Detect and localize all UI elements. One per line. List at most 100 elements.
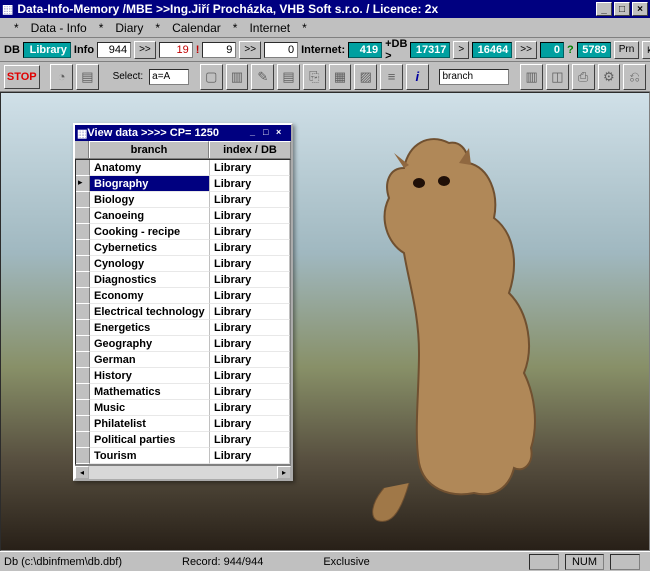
stop-button[interactable]: STOP — [4, 65, 40, 89]
row-selector[interactable] — [76, 240, 90, 256]
scroll-right-icon[interactable]: ▸ — [277, 466, 291, 479]
row-selector[interactable] — [76, 256, 90, 272]
child-minimize[interactable]: _ — [250, 127, 263, 139]
prn-button[interactable]: Prn — [614, 41, 640, 59]
row-selector[interactable] — [76, 176, 90, 192]
grid-header-selector[interactable] — [75, 141, 89, 158]
tool-icon-13[interactable]: ⎌ — [623, 64, 646, 90]
tool-icon-6[interactable]: ▦ — [329, 64, 352, 90]
scroll-track[interactable] — [89, 466, 277, 479]
cell-branch[interactable]: Anatomy — [90, 160, 210, 176]
cell-index[interactable]: Library — [210, 304, 290, 320]
cell-index[interactable]: Library — [210, 400, 290, 416]
table-row[interactable]: MathematicsLibrary — [76, 384, 290, 400]
cell-index[interactable]: Library — [210, 320, 290, 336]
tool-icon-12[interactable]: ⚙ — [598, 64, 621, 90]
table-row[interactable]: TourismLibrary — [76, 448, 290, 464]
table-row[interactable]: PhilatelistLibrary — [76, 416, 290, 432]
cell-branch[interactable]: Geography — [90, 336, 210, 352]
cell-branch[interactable]: Music — [90, 400, 210, 416]
table-row[interactable]: Cooking - recipeLibrary — [76, 224, 290, 240]
tool-icon-7[interactable]: ▨ — [354, 64, 377, 90]
cell-index[interactable]: Library — [210, 368, 290, 384]
tool-icon-5[interactable]: ⎘ — [303, 64, 326, 90]
tool-icon-2[interactable]: ▥ — [226, 64, 249, 90]
cell-index[interactable]: Library — [210, 208, 290, 224]
select-field[interactable]: a=A — [149, 69, 189, 85]
nav-next-3[interactable]: >> — [515, 41, 537, 59]
komplet-button[interactable]: komplet — [642, 41, 650, 59]
cell-index[interactable]: Library — [210, 416, 290, 432]
row-selector[interactable] — [76, 368, 90, 384]
tool-icon-4[interactable]: ▤ — [277, 64, 300, 90]
cell-index[interactable]: Library — [210, 336, 290, 352]
info-icon[interactable]: i — [406, 64, 429, 90]
row-selector[interactable] — [76, 336, 90, 352]
child-close[interactable]: × — [276, 127, 289, 139]
cell-index[interactable]: Library — [210, 384, 290, 400]
tool-icon-10[interactable]: ◫ — [546, 64, 569, 90]
cell-branch[interactable]: Political parties — [90, 432, 210, 448]
cell-index[interactable]: Library — [210, 432, 290, 448]
bang-a[interactable]: 9 — [202, 42, 236, 58]
table-row[interactable]: AnatomyLibrary — [76, 160, 290, 176]
cell-branch[interactable]: Canoeing — [90, 208, 210, 224]
menu-data-info[interactable]: Data - Info — [27, 19, 91, 37]
pie-icon[interactable]: ◔ — [50, 64, 73, 90]
child-maximize[interactable]: □ — [263, 127, 276, 139]
cell-branch[interactable]: Tourism — [90, 448, 210, 464]
grid-header-branch[interactable]: branch — [89, 141, 209, 158]
cell-branch[interactable]: German — [90, 352, 210, 368]
table-row[interactable]: CyberneticsLibrary — [76, 240, 290, 256]
table-row[interactable]: EconomyLibrary — [76, 288, 290, 304]
table-row[interactable]: EnergeticsLibrary — [76, 320, 290, 336]
cell-index[interactable]: Library — [210, 160, 290, 176]
cell-index[interactable]: Library — [210, 192, 290, 208]
row-selector[interactable] — [76, 416, 90, 432]
internet-a[interactable]: 419 — [348, 42, 382, 58]
table-row[interactable]: BiographyLibrary — [76, 176, 290, 192]
menu-diary[interactable]: Diary — [111, 19, 147, 37]
row-selector[interactable] — [76, 432, 90, 448]
row-selector[interactable] — [76, 272, 90, 288]
menu-internet[interactable]: Internet — [245, 19, 294, 37]
nav-next-1[interactable]: >> — [134, 41, 156, 59]
tool-icon-3[interactable]: ✎ — [251, 64, 274, 90]
row-selector[interactable] — [76, 208, 90, 224]
db2-b[interactable]: 16464 — [472, 42, 512, 58]
row-selector[interactable] — [76, 384, 90, 400]
cell-index[interactable]: Library — [210, 224, 290, 240]
row-selector[interactable] — [76, 224, 90, 240]
cell-branch[interactable]: Biology — [90, 192, 210, 208]
row-selector[interactable] — [76, 288, 90, 304]
table-row[interactable]: HistoryLibrary — [76, 368, 290, 384]
maximize-button[interactable]: □ — [614, 2, 630, 16]
branch-field[interactable]: branch — [439, 69, 509, 85]
table-row[interactable]: Political partiesLibrary — [76, 432, 290, 448]
table-row[interactable]: MusicLibrary — [76, 400, 290, 416]
db-field[interactable]: Library — [23, 42, 71, 58]
gt-button[interactable]: > — [453, 41, 469, 59]
row-selector[interactable] — [76, 352, 90, 368]
table-row[interactable]: GeographyLibrary — [76, 336, 290, 352]
row-selector[interactable] — [76, 192, 90, 208]
cell-branch[interactable]: Biography — [90, 176, 210, 192]
scroll-left-icon[interactable]: ◂ — [75, 466, 89, 479]
db2-a[interactable]: 17317 — [410, 42, 450, 58]
cell-index[interactable]: Library — [210, 448, 290, 464]
cell-branch[interactable]: Economy — [90, 288, 210, 304]
cell-index[interactable]: Library — [210, 240, 290, 256]
child-titlebar[interactable]: ▦ View data >>>> CP= 1250 _ □ × — [75, 125, 291, 141]
nav-next-2[interactable]: >> — [239, 41, 261, 59]
cell-branch[interactable]: Electrical technology — [90, 304, 210, 320]
cell-branch[interactable]: Cynology — [90, 256, 210, 272]
minimize-button[interactable]: _ — [596, 2, 612, 16]
cell-branch[interactable]: Mathematics — [90, 384, 210, 400]
tool-icon-8[interactable]: ≡ — [380, 64, 403, 90]
tool-icon-11[interactable]: ⎙ — [572, 64, 595, 90]
grid-body[interactable]: AnatomyLibraryBiographyLibraryBiologyLib… — [75, 159, 291, 465]
row-selector[interactable] — [76, 320, 90, 336]
cell-branch[interactable]: History — [90, 368, 210, 384]
table-row[interactable]: Electrical technologyLibrary — [76, 304, 290, 320]
menu-calendar[interactable]: Calendar — [168, 19, 225, 37]
